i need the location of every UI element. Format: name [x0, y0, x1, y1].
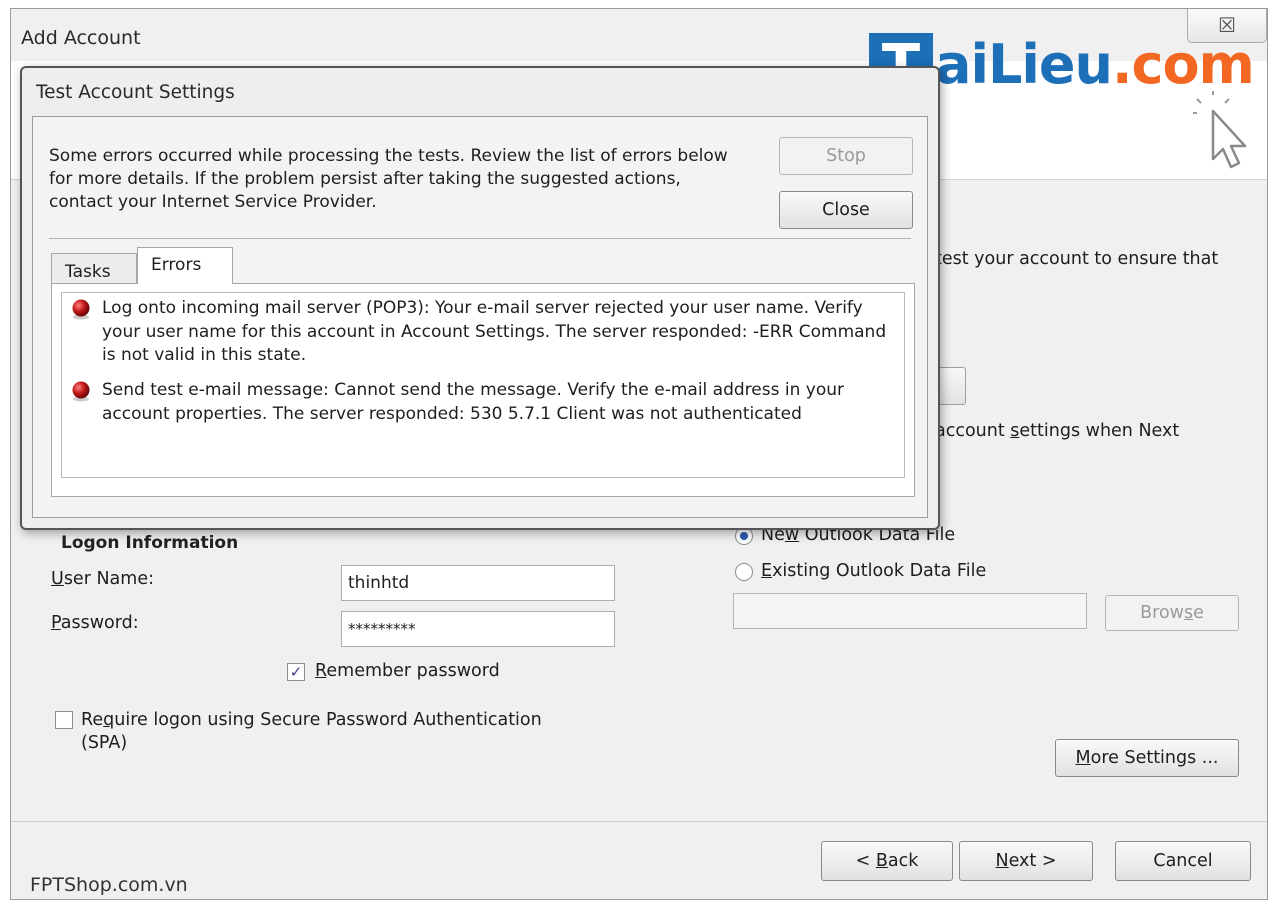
remember-password-checkbox[interactable]: ✓: [287, 663, 305, 681]
data-file-path-input[interactable]: [733, 593, 1087, 629]
test-account-text: test your account to ensure that: [935, 249, 1219, 269]
existing-data-file-radio[interactable]: [735, 563, 753, 581]
test-account-settings-dialog: Test Account Settings Some errors occurr…: [20, 66, 940, 530]
logo-text: aiLieu.com: [935, 33, 1255, 96]
require-spa-label: Require logon using Secure Password Auth…: [81, 710, 542, 753]
require-spa-checkbox[interactable]: [55, 711, 73, 729]
more-settings-button[interactable]: More Settings ...: [1055, 739, 1239, 777]
tab-errors[interactable]: Errors: [137, 247, 233, 284]
close-button[interactable]: Close: [779, 191, 913, 229]
fptshop-watermark: FPTShop.com.vn: [30, 874, 188, 896]
errors-tab-panel: Log onto incoming mail server (POP3): Yo…: [51, 283, 915, 497]
remember-password-label: Remember password: [315, 661, 500, 681]
password-input[interactable]: *********: [341, 611, 615, 647]
dialog-title: Test Account Settings: [36, 82, 235, 103]
cursor-click-icon: [1193, 91, 1247, 169]
back-button[interactable]: < Back: [821, 841, 953, 881]
tab-tasks[interactable]: Tasks: [51, 253, 137, 284]
error-item-send-test: Send test e-mail message: Cannot send th…: [72, 379, 892, 426]
error-list: Log onto incoming mail server (POP3): Yo…: [61, 292, 905, 478]
error-item-pop3: Log onto incoming mail server (POP3): Yo…: [72, 297, 892, 368]
existing-data-file-label: Existing Outlook Data File: [761, 561, 987, 581]
window-title: Add Account: [21, 27, 141, 49]
error-ball-icon: [72, 381, 90, 402]
dialog-divider: [49, 238, 911, 239]
stop-button[interactable]: Stop: [779, 137, 913, 175]
error-summary-message: Some errors occurred while processing th…: [49, 146, 728, 212]
next-button[interactable]: Next >: [959, 841, 1093, 881]
password-label: Password:: [51, 613, 139, 633]
error-ball-icon: [72, 299, 90, 320]
test-settings-when-next-text: account settings when Next: [935, 421, 1180, 441]
browse-button[interactable]: Browse: [1105, 595, 1239, 631]
cancel-button[interactable]: Cancel: [1115, 841, 1251, 881]
username-label: User Name:: [51, 569, 154, 589]
footer-divider: [11, 821, 1267, 822]
username-input[interactable]: thinhtd: [341, 565, 615, 601]
dialog-body: Some errors occurred while processing th…: [32, 116, 928, 518]
logon-information-heading: Logon Information: [61, 533, 239, 553]
